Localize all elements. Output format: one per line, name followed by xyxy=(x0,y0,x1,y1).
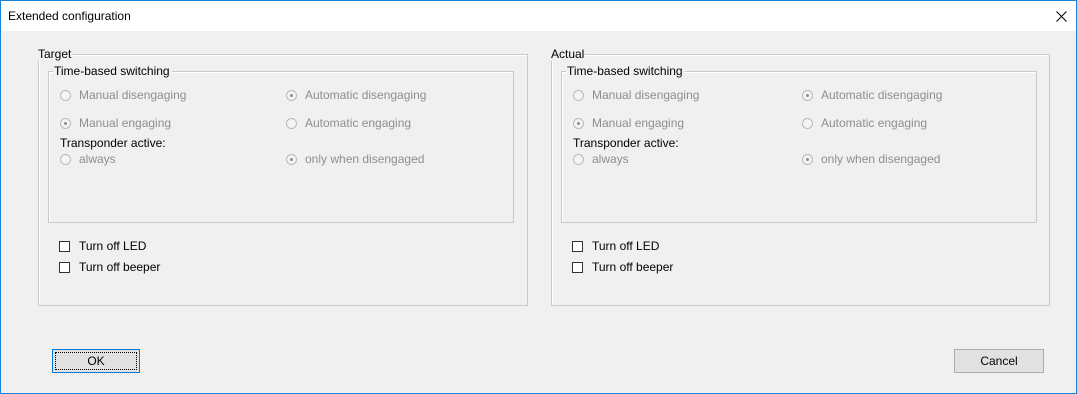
radio-label: Manual disengaging xyxy=(592,88,700,102)
ok-button-label: OK xyxy=(87,354,105,368)
radio-circle-checked xyxy=(60,117,71,129)
radio-circle-checked xyxy=(286,89,297,101)
actual-turn-off-led-checkbox[interactable]: Turn off LED xyxy=(572,239,659,253)
target-transponder-label: Transponder active: xyxy=(60,136,166,150)
radio-label: Automatic engaging xyxy=(821,116,928,130)
radio-circle-checked xyxy=(802,89,813,101)
radio-label: Manual engaging xyxy=(592,116,685,130)
actual-transponder-label: Transponder active: xyxy=(573,136,679,150)
radio-circle xyxy=(286,117,297,129)
radio-circle xyxy=(802,117,813,129)
actual-automatic-disengaging-radio[interactable]: Automatic disengaging xyxy=(802,88,942,102)
window-title: Extended configuration xyxy=(8,9,131,23)
radio-label: Automatic disengaging xyxy=(821,88,943,102)
actual-manual-disengaging-radio[interactable]: Manual disengaging xyxy=(573,88,699,102)
close-button[interactable] xyxy=(1046,1,1076,31)
radio-label: Automatic engaging xyxy=(305,116,412,130)
checkbox-label: Turn off beeper xyxy=(592,260,674,274)
radio-label: always xyxy=(592,152,629,166)
actual-legend: Actual xyxy=(551,47,586,61)
radio-label: always xyxy=(79,152,116,166)
target-manual-disengaging-radio[interactable]: Manual disengaging xyxy=(60,88,186,102)
radio-label: only when disengaged xyxy=(821,152,941,166)
target-turn-off-led-checkbox[interactable]: Turn off LED xyxy=(59,239,146,253)
actual-only-when-disengaged-radio[interactable]: only when disengaged xyxy=(802,152,940,166)
actual-always-radio[interactable]: always xyxy=(573,152,629,166)
target-legend: Target xyxy=(38,47,73,61)
radio-circle xyxy=(573,89,584,101)
radio-circle xyxy=(60,153,71,165)
target-turn-off-beeper-checkbox[interactable]: Turn off beeper xyxy=(59,260,160,274)
radio-label: Manual disengaging xyxy=(79,88,187,102)
actual-group: Actual Time-based switching Manual disen… xyxy=(551,47,1050,306)
actual-manual-engaging-radio[interactable]: Manual engaging xyxy=(573,116,684,130)
radio-circle xyxy=(60,89,71,101)
target-always-radio[interactable]: always xyxy=(60,152,116,166)
radio-circle-checked xyxy=(286,153,297,165)
actual-turn-off-beeper-checkbox[interactable]: Turn off beeper xyxy=(572,260,673,274)
target-only-when-disengaged-radio[interactable]: only when disengaged xyxy=(286,152,424,166)
dialog-window: Extended configuration Target Time-based… xyxy=(0,0,1077,394)
actual-automatic-engaging-radio[interactable]: Automatic engaging xyxy=(802,116,927,130)
radio-circle xyxy=(573,153,584,165)
target-switching-group: Time-based switching Manual disengaging … xyxy=(48,64,514,223)
actual-switching-group: Time-based switching Manual disengaging … xyxy=(561,64,1037,223)
cancel-button-label: Cancel xyxy=(980,354,1018,368)
checkbox-label: Turn off beeper xyxy=(79,260,161,274)
checkbox-box xyxy=(59,261,70,273)
checkbox-label: Turn off LED xyxy=(79,239,147,253)
close-icon xyxy=(1055,10,1067,22)
checkbox-box xyxy=(572,240,583,252)
radio-label: only when disengaged xyxy=(305,152,425,166)
ok-button[interactable]: OK xyxy=(52,349,140,373)
title-bar: Extended configuration xyxy=(1,1,1076,31)
actual-switching-legend: Time-based switching xyxy=(566,64,685,78)
radio-label: Manual engaging xyxy=(79,116,172,130)
cancel-button[interactable]: Cancel xyxy=(954,349,1044,373)
target-automatic-engaging-radio[interactable]: Automatic engaging xyxy=(286,116,411,130)
checkbox-box xyxy=(59,240,70,252)
target-manual-engaging-radio[interactable]: Manual engaging xyxy=(60,116,171,130)
target-switching-legend: Time-based switching xyxy=(53,64,172,78)
target-automatic-disengaging-radio[interactable]: Automatic disengaging xyxy=(286,88,426,102)
checkbox-box xyxy=(572,261,583,273)
checkbox-label: Turn off LED xyxy=(592,239,660,253)
target-group: Target Time-based switching Manual disen… xyxy=(38,47,528,306)
radio-circle-checked xyxy=(802,153,813,165)
radio-label: Automatic disengaging xyxy=(305,88,427,102)
radio-circle-checked xyxy=(573,117,584,129)
